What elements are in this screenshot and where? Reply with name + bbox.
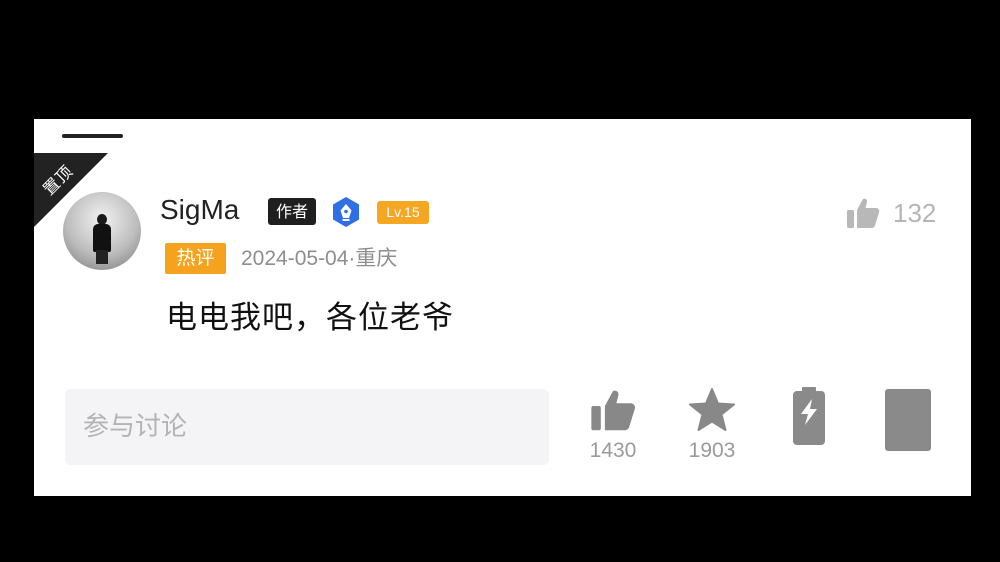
star-icon (689, 388, 735, 431)
like-button[interactable]: 1430 (583, 387, 643, 467)
avatar[interactable] (63, 192, 141, 270)
drag-handle[interactable] (62, 134, 123, 138)
level-badge: Lv.15 (377, 201, 429, 224)
comment-card: 置顶 SigMa 作者 Lv.15 热评 2024-05-04·重庆 电电我吧，… (34, 119, 971, 496)
username[interactable]: SigMa (160, 194, 239, 226)
favorite-count: 1903 (688, 439, 736, 462)
thumbs-up-icon (847, 198, 880, 228)
thumbs-up-icon (591, 390, 636, 431)
share-button[interactable] (878, 387, 938, 467)
share-icon (885, 389, 931, 451)
verified-pen-icon (333, 197, 359, 227)
discussion-input[interactable] (65, 389, 549, 465)
comment-text: 电电我吧，各位老爷 (166, 300, 454, 336)
author-badge: 作者 (268, 198, 316, 225)
hot-comment-badge: 热评 (165, 243, 226, 274)
comment-like-count: 132 (893, 198, 937, 228)
favorite-button[interactable]: 1903 (682, 387, 742, 467)
comment-meta: 2024-05-04·重庆 (241, 247, 398, 270)
like-count: 1430 (589, 439, 637, 462)
charge-button[interactable] (779, 387, 839, 467)
battery-lightning-icon (793, 387, 825, 445)
